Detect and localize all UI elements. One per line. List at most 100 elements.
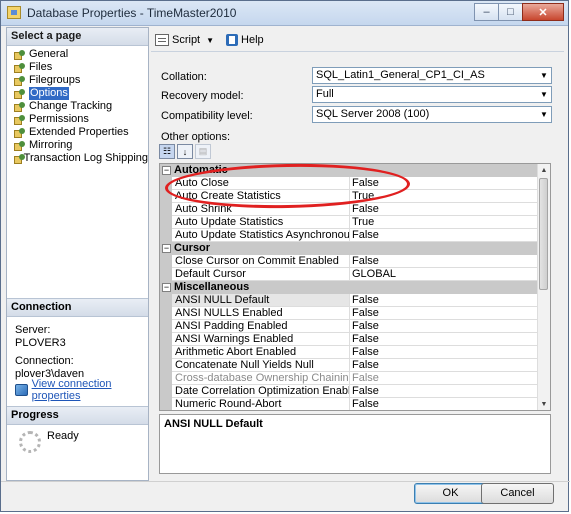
property-value[interactable]: False: [350, 385, 539, 398]
collapse-icon[interactable]: −: [162, 244, 171, 253]
property-value[interactable]: False: [350, 333, 539, 346]
property-value[interactable]: False: [350, 320, 539, 333]
recovery-model-select[interactable]: Full ▼: [312, 86, 552, 103]
toolbar-divider: [151, 51, 564, 52]
property-row[interactable]: Cross-database Ownership Chaining Enable…: [160, 372, 539, 385]
view-connection-properties-link[interactable]: View connection properties: [15, 378, 148, 402]
property-value[interactable]: False: [350, 346, 539, 359]
page-item-change-tracking[interactable]: Change Tracking: [7, 100, 148, 113]
property-row[interactable]: Close Cursor on Commit Enabled False: [160, 255, 539, 268]
dialog-button-bar: OK Cancel: [1, 481, 570, 513]
row-gutter: [160, 229, 172, 242]
page-item-general[interactable]: General: [7, 48, 148, 61]
page-item-extended-properties[interactable]: Extended Properties: [7, 126, 148, 139]
progress-header: Progress: [7, 406, 148, 425]
row-gutter: [160, 359, 172, 372]
script-button[interactable]: Script ▼: [155, 34, 220, 46]
property-row[interactable]: ANSI NULL Default False: [160, 294, 539, 307]
page-label: Files: [29, 61, 53, 73]
property-row[interactable]: Auto Update Statistics Asynchronously Fal…: [160, 229, 539, 242]
page-item-permissions[interactable]: Permissions: [7, 113, 148, 126]
chevron-down-icon[interactable]: ▼: [206, 36, 214, 45]
page-label: Extended Properties: [29, 126, 129, 138]
property-value[interactable]: False: [350, 203, 539, 216]
sort-az-icon: ↓: [182, 146, 188, 157]
script-icon: [155, 34, 169, 46]
row-gutter: [160, 216, 172, 229]
property-pages-button[interactable]: ▤: [195, 144, 211, 159]
property-name: Arithmetic Abort Enabled: [172, 346, 350, 359]
row-gutter: [160, 268, 172, 281]
vertical-scrollbar[interactable]: ▲ ▼: [537, 164, 550, 410]
property-name: Default Cursor: [172, 268, 350, 281]
property-value[interactable]: False: [350, 255, 539, 268]
compatibility-level-select[interactable]: SQL Server 2008 (100) ▼: [312, 106, 552, 123]
progress-spinner-icon: [19, 431, 41, 453]
property-value[interactable]: GLOBAL: [350, 268, 539, 281]
database-icon: [7, 6, 21, 19]
property-row[interactable]: Numeric Round-Abort False: [160, 398, 539, 410]
property-name: Concatenate Null Yields Null: [172, 359, 350, 372]
alphabetical-view-button[interactable]: ↓: [177, 144, 193, 159]
options-page: Script ▼ Help Collation: SQL_Latin1_Gene…: [151, 27, 564, 481]
minimize-button[interactable]: –: [474, 3, 499, 21]
property-row[interactable]: Arithmetic Abort Enabled False: [160, 346, 539, 359]
page-list: General Files Filegroups Options Change …: [7, 48, 148, 165]
maximize-button[interactable]: □: [498, 3, 523, 21]
wrench-icon: [14, 114, 26, 125]
page-item-options[interactable]: Options: [7, 87, 148, 100]
connection-properties-icon: [15, 384, 28, 396]
collation-select[interactable]: SQL_Latin1_General_CP1_CI_AS ▼: [312, 67, 552, 84]
row-gutter: [160, 203, 172, 216]
property-value[interactable]: False: [350, 359, 539, 372]
property-row[interactable]: Date Correlation Optimization Enabled Fal…: [160, 385, 539, 398]
wrench-icon: [14, 140, 26, 151]
scroll-down-icon[interactable]: ▼: [538, 398, 550, 410]
page-item-transaction-log-shipping[interactable]: Transaction Log Shipping: [7, 152, 148, 165]
help-icon: [226, 34, 239, 46]
property-name: ANSI Warnings Enabled: [172, 333, 350, 346]
row-gutter: [160, 307, 172, 320]
page-item-mirroring[interactable]: Mirroring: [7, 139, 148, 152]
property-pages-icon: ▤: [198, 146, 208, 156]
property-row[interactable]: ANSI Padding Enabled False: [160, 320, 539, 333]
page-label: Options: [29, 87, 69, 100]
title-bar[interactable]: Database Properties - TimeMaster2010 – □…: [1, 1, 568, 26]
page-item-filegroups[interactable]: Filegroups: [7, 74, 148, 87]
property-value[interactable]: False: [350, 307, 539, 320]
scroll-up-icon[interactable]: ▲: [538, 164, 550, 176]
wrench-icon: [14, 75, 26, 86]
property-row[interactable]: ANSI NULLS Enabled False: [160, 307, 539, 320]
close-button[interactable]: ✕: [522, 3, 564, 21]
cancel-button[interactable]: Cancel: [481, 483, 554, 504]
wrench-icon: [14, 62, 26, 73]
property-value[interactable]: False: [350, 398, 539, 410]
property-row[interactable]: ANSI Warnings Enabled False: [160, 333, 539, 346]
category-row[interactable]: − Cursor: [160, 242, 539, 255]
property-value[interactable]: False: [350, 372, 539, 385]
page-item-files[interactable]: Files: [7, 61, 148, 74]
property-row[interactable]: Concatenate Null Yields Null False: [160, 359, 539, 372]
property-row[interactable]: Auto Update Statistics True: [160, 216, 539, 229]
property-value[interactable]: True: [350, 216, 539, 229]
property-value[interactable]: False: [350, 229, 539, 242]
chevron-down-icon: ▼: [540, 110, 548, 119]
property-row[interactable]: Default Cursor GLOBAL: [160, 268, 539, 281]
property-name: Auto Update Statistics: [172, 216, 350, 229]
categorized-view-button[interactable]: ☷: [159, 144, 175, 159]
ok-button[interactable]: OK: [414, 483, 487, 504]
connection-info: Server: PLOVER3 Connection: plover3\dave…: [15, 324, 84, 381]
select-page-header: Select a page: [7, 28, 148, 46]
scroll-thumb[interactable]: [539, 178, 548, 290]
collapse-icon[interactable]: −: [162, 283, 171, 292]
help-button[interactable]: Help: [226, 34, 264, 46]
page-label: Change Tracking: [29, 100, 113, 112]
collapse-icon[interactable]: −: [162, 166, 171, 175]
other-options-label: Other options:: [161, 131, 231, 143]
page-label: Filegroups: [29, 74, 81, 86]
property-value[interactable]: False: [350, 294, 539, 307]
category-name: Miscellaneous: [174, 281, 250, 293]
row-gutter: [160, 333, 172, 346]
category-row[interactable]: − Miscellaneous: [160, 281, 539, 294]
window-controls: – □ ✕: [474, 3, 564, 21]
